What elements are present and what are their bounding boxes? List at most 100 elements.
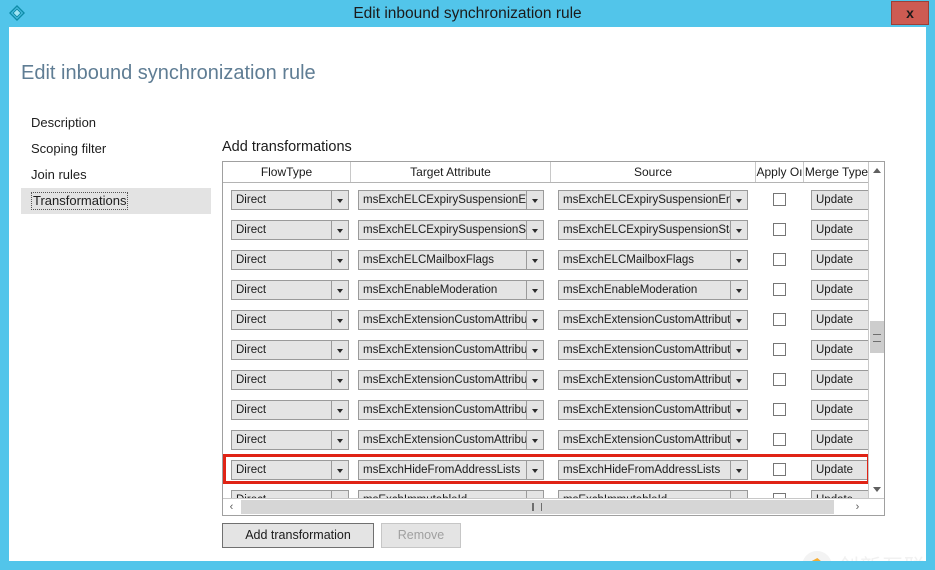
chevron-down-icon[interactable]	[331, 491, 348, 498]
grid-column-header[interactable]: Source	[551, 162, 756, 182]
scroll-up-icon[interactable]	[869, 162, 884, 179]
chevron-down-icon[interactable]	[331, 311, 348, 329]
chevron-down-icon[interactable]	[730, 311, 747, 329]
apply-once-checkbox[interactable]	[773, 463, 786, 476]
chevron-down-icon[interactable]	[526, 461, 543, 479]
apply-once-checkbox[interactable]	[773, 373, 786, 386]
sidebar-item-scoping-filter[interactable]: Scoping filter	[21, 136, 211, 162]
chevron-down-icon[interactable]	[730, 341, 747, 359]
target-attribute-dropdown[interactable]: msExchExtensionCustomAttribute5	[358, 430, 544, 450]
source-dropdown[interactable]: msExchExtensionCustomAttribute4	[558, 400, 748, 420]
chevron-down-icon[interactable]	[526, 431, 543, 449]
target-attribute-dropdown[interactable]: msExchELCExpirySuspensionStart	[358, 220, 544, 240]
target-attribute-dropdown[interactable]: msExchELCExpirySuspensionEnd	[358, 190, 544, 210]
table-row[interactable]: Direct msExchELCExpirySuspensionStart msEx…	[223, 215, 870, 245]
merge-type-dropdown[interactable]: Update	[811, 250, 870, 270]
target-attribute-dropdown[interactable]: msExchEnableModeration	[358, 280, 544, 300]
chevron-down-icon[interactable]	[730, 221, 747, 239]
merge-type-dropdown[interactable]: Update	[811, 400, 870, 420]
chevron-down-icon[interactable]	[331, 461, 348, 479]
table-row[interactable]: Direct msExchHideFromAddressLists msExchHi…	[223, 455, 870, 485]
flow-type-dropdown[interactable]: Direct	[231, 310, 349, 330]
target-attribute-dropdown[interactable]: msExchHideFromAddressLists	[358, 460, 544, 480]
chevron-down-icon[interactable]	[331, 251, 348, 269]
horizontal-scrollbar[interactable]: ‹ ›	[223, 498, 884, 515]
source-dropdown[interactable]: msExchHideFromAddressLists	[558, 460, 748, 480]
chevron-down-icon[interactable]	[331, 401, 348, 419]
source-dropdown[interactable]: msExchExtensionCustomAttribute3	[558, 370, 748, 390]
merge-type-dropdown[interactable]: Update	[811, 370, 870, 390]
sidebar-item-join-rules[interactable]: Join rules	[21, 162, 211, 188]
chevron-down-icon[interactable]	[730, 281, 747, 299]
flow-type-dropdown[interactable]: Direct	[231, 490, 349, 498]
apply-once-checkbox[interactable]	[773, 403, 786, 416]
chevron-down-icon[interactable]	[730, 491, 747, 498]
apply-once-checkbox[interactable]	[773, 193, 786, 206]
chevron-down-icon[interactable]	[526, 341, 543, 359]
apply-once-checkbox[interactable]	[773, 313, 786, 326]
vertical-scrollbar[interactable]	[868, 162, 884, 498]
merge-type-dropdown[interactable]: Update	[811, 340, 870, 360]
chevron-down-icon[interactable]	[730, 191, 747, 209]
target-attribute-dropdown[interactable]: msExchExtensionCustomAttribute2	[358, 340, 544, 360]
merge-type-dropdown[interactable]: Update	[811, 460, 870, 480]
flow-type-dropdown[interactable]: Direct	[231, 400, 349, 420]
merge-type-dropdown[interactable]: Update	[811, 190, 870, 210]
source-dropdown[interactable]: msExchELCExpirySuspensionEnd	[558, 190, 748, 210]
table-row[interactable]: Direct msExchExtensionCustomAttribute3 msE…	[223, 365, 870, 395]
merge-type-dropdown[interactable]: Update	[811, 280, 870, 300]
table-row[interactable]: Direct msExchEnableModeration msExchEnable…	[223, 275, 870, 305]
merge-type-dropdown[interactable]: Update	[811, 220, 870, 240]
flow-type-dropdown[interactable]: Direct	[231, 220, 349, 240]
source-dropdown[interactable]: msExchExtensionCustomAttribute1	[558, 310, 748, 330]
flow-type-dropdown[interactable]: Direct	[231, 280, 349, 300]
chevron-down-icon[interactable]	[730, 401, 747, 419]
scroll-down-icon[interactable]	[869, 481, 884, 498]
grid-column-header[interactable]: FlowType	[223, 162, 351, 182]
chevron-down-icon[interactable]	[331, 341, 348, 359]
sidebar-item-transformations[interactable]: Transformations	[21, 188, 211, 214]
horizontal-scrollbar-thumb[interactable]	[241, 500, 834, 514]
merge-type-dropdown[interactable]: Update	[811, 310, 870, 330]
target-attribute-dropdown[interactable]: msExchExtensionCustomAttribute4	[358, 400, 544, 420]
flow-type-dropdown[interactable]: Direct	[231, 340, 349, 360]
chevron-down-icon[interactable]	[331, 371, 348, 389]
chevron-down-icon[interactable]	[526, 371, 543, 389]
merge-type-dropdown[interactable]: Update	[811, 430, 870, 450]
merge-type-dropdown[interactable]: Update	[811, 490, 870, 498]
flow-type-dropdown[interactable]: Direct	[231, 190, 349, 210]
table-row[interactable]: Direct msExchExtensionCustomAttribute5 msE…	[223, 425, 870, 455]
grid-column-header[interactable]: Apply Oı	[756, 162, 804, 182]
chevron-down-icon[interactable]	[730, 251, 747, 269]
apply-once-checkbox[interactable]	[773, 283, 786, 296]
sidebar-item-description[interactable]: Description	[21, 110, 211, 136]
apply-once-checkbox[interactable]	[773, 223, 786, 236]
chevron-down-icon[interactable]	[526, 191, 543, 209]
chevron-down-icon[interactable]	[331, 281, 348, 299]
chevron-down-icon[interactable]	[526, 281, 543, 299]
apply-once-checkbox[interactable]	[773, 253, 786, 266]
chevron-down-icon[interactable]	[331, 221, 348, 239]
chevron-down-icon[interactable]	[526, 311, 543, 329]
chevron-down-icon[interactable]	[730, 371, 747, 389]
grid-column-header[interactable]: Merge Type	[804, 162, 870, 182]
apply-once-checkbox[interactable]	[773, 433, 786, 446]
close-icon[interactable]: x	[891, 1, 929, 25]
table-row[interactable]: Direct msExchExtensionCustomAttribute2 msE…	[223, 335, 870, 365]
chevron-down-icon[interactable]	[526, 251, 543, 269]
scroll-right-icon[interactable]: ›	[849, 499, 866, 515]
table-row[interactable]: Direct msExchExtensionCustomAttribute1 msE…	[223, 305, 870, 335]
chevron-down-icon[interactable]	[331, 191, 348, 209]
source-dropdown[interactable]: msExchELCExpirySuspensionStart	[558, 220, 748, 240]
chevron-down-icon[interactable]	[526, 491, 543, 498]
chevron-down-icon[interactable]	[331, 431, 348, 449]
source-dropdown[interactable]: msExchExtensionCustomAttribute5	[558, 430, 748, 450]
target-attribute-dropdown[interactable]: msExchExtensionCustomAttribute1	[358, 310, 544, 330]
table-row[interactable]: Direct msExchELCExpirySuspensionEnd msExch…	[223, 185, 870, 215]
flow-type-dropdown[interactable]: Direct	[231, 370, 349, 390]
chevron-down-icon[interactable]	[526, 401, 543, 419]
source-dropdown[interactable]: msExchEnableModeration	[558, 280, 748, 300]
table-row[interactable]: Direct msExchELCMailboxFlags msExchELCMail…	[223, 245, 870, 275]
target-attribute-dropdown[interactable]: msExchImmutableId	[358, 490, 544, 498]
table-row[interactable]: Direct msExchImmutableId msExchImmutableId…	[223, 485, 870, 498]
